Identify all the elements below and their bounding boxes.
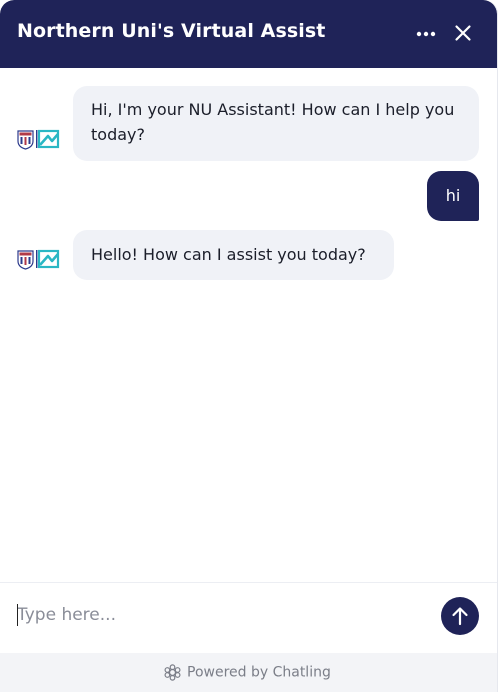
powered-by-footer: Powered by Chatling: [0, 653, 497, 692]
nu-assistant-avatar-icon: [17, 129, 60, 150]
more-options-button[interactable]: [413, 22, 439, 46]
chatling-logo-icon: [164, 664, 181, 681]
bot-message: Hello! How can I assist you today?: [73, 230, 394, 280]
close-icon: [455, 25, 471, 41]
message-list: Hi, I'm your NU Assistant! How can I hel…: [0, 68, 497, 582]
close-button[interactable]: [452, 21, 474, 45]
chat-widget: Northern Uni's Virtual Assist Hi, I'm yo…: [0, 0, 498, 692]
powered-by-link[interactable]: Powered by Chatling: [164, 664, 331, 684]
user-message: hi: [427, 171, 479, 221]
bot-message: Hi, I'm your NU Assistant! How can I hel…: [73, 86, 479, 161]
chat-header: Northern Uni's Virtual Assist: [0, 0, 497, 68]
message-composer: [0, 583, 497, 653]
send-button[interactable]: [441, 597, 479, 635]
arrow-up-icon: [452, 607, 468, 626]
bot-message-text: Hi, I'm your NU Assistant! How can I hel…: [91, 100, 455, 144]
text-caret: [17, 604, 18, 626]
powered-by-text: Powered by Chatling: [187, 664, 331, 681]
nu-assistant-avatar-icon: [17, 249, 60, 270]
user-message-text: hi: [445, 186, 461, 205]
more-horizontal-icon: [416, 31, 436, 37]
bot-avatar: [17, 128, 61, 150]
bot-avatar: [17, 248, 61, 270]
bot-message-text: Hello! How can I assist you today?: [91, 245, 366, 264]
chat-title: Northern Uni's Virtual Assist: [17, 20, 326, 42]
message-input[interactable]: [17, 602, 417, 628]
